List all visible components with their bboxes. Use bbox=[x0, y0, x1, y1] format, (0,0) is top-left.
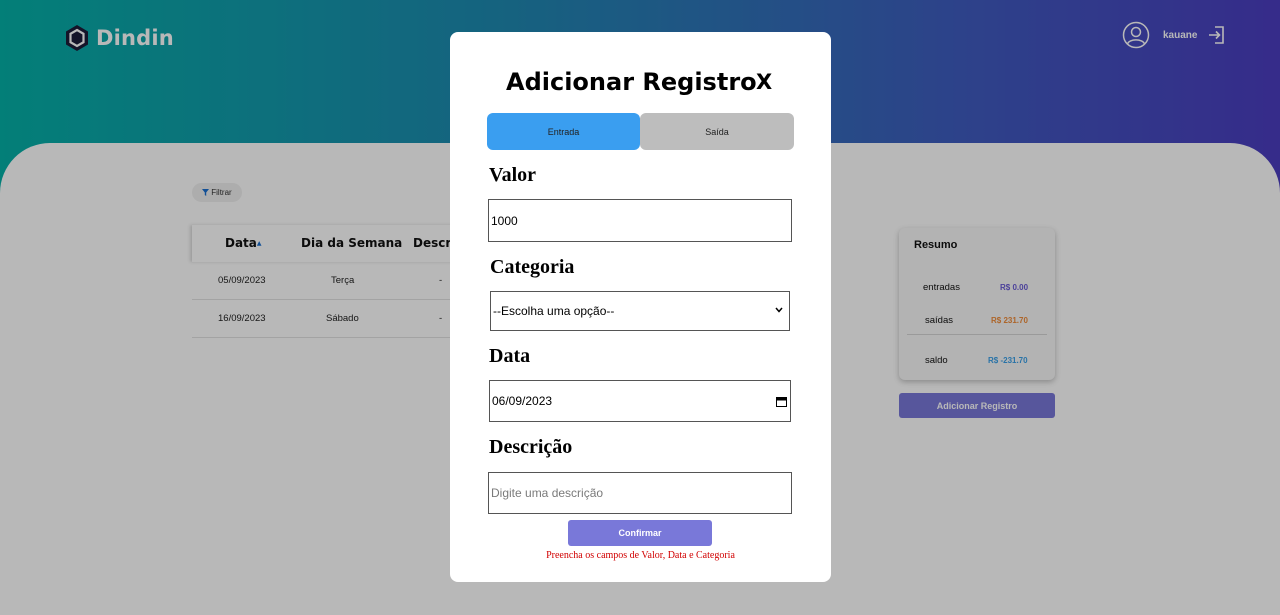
descricao-placeholder: Digite uma descrição bbox=[491, 486, 604, 500]
data-label: Data bbox=[489, 345, 531, 367]
descricao-label: Descrição bbox=[489, 436, 573, 458]
add-record-modal: Adicionar Registro X Entrada Saída Valor… bbox=[450, 32, 831, 582]
close-button[interactable]: X bbox=[756, 70, 772, 94]
valor-value: 1000 bbox=[491, 213, 518, 228]
valor-label: Valor bbox=[489, 164, 537, 186]
calendar-icon[interactable] bbox=[776, 396, 787, 407]
categoria-label: Categoria bbox=[490, 256, 575, 278]
confirm-button[interactable]: Confirmar bbox=[568, 520, 712, 546]
modal-title: Adicionar Registro bbox=[506, 68, 757, 96]
date-input[interactable]: 06/09/2023 bbox=[489, 380, 791, 422]
tab-entrada[interactable]: Entrada bbox=[487, 113, 640, 150]
date-value: 06/09/2023 bbox=[492, 394, 553, 408]
valor-input[interactable]: 1000 bbox=[488, 199, 792, 242]
tab-saida[interactable]: Saída bbox=[640, 113, 794, 150]
categoria-selected: --Escolha uma opção-- bbox=[493, 304, 615, 318]
descricao-input[interactable]: Digite uma descrição bbox=[488, 472, 792, 514]
categoria-select[interactable]: --Escolha uma opção-- bbox=[490, 291, 790, 331]
chevron-down-icon bbox=[775, 307, 783, 313]
error-message: Preencha os campos de Valor, Data e Cate… bbox=[546, 550, 735, 561]
